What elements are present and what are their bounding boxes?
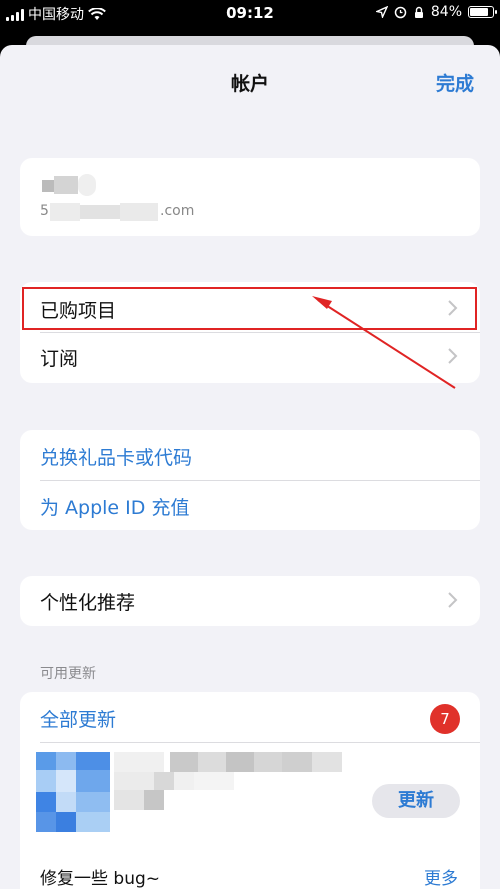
update-count-badge: 7 <box>430 704 460 734</box>
subscriptions-label: 订阅 <box>40 348 79 370</box>
status-right: 84% <box>375 4 497 20</box>
app-icon <box>36 752 110 832</box>
chevron-right-icon <box>448 592 458 608</box>
release-notes: 修复一些 bug~ <box>40 869 161 889</box>
app-title-redacted <box>114 752 344 812</box>
page-title: 帐户 <box>230 73 269 95</box>
subscriptions-row[interactable]: 订阅 <box>20 333 480 381</box>
alarm-icon <box>394 6 407 18</box>
divider <box>40 480 480 481</box>
chevron-right-icon <box>448 348 458 364</box>
done-button[interactable]: 完成 <box>436 69 474 96</box>
personalized-row[interactable]: 个性化推荐 <box>20 577 480 625</box>
add-funds-label: 为 Apple ID 充值 <box>40 497 190 519</box>
email-suffix: .com <box>160 203 195 219</box>
battery-icon <box>468 6 497 18</box>
status-bar: 中国移动 09:12 84% <box>0 0 500 26</box>
gift-card: 兑换礼品卡或代码 为 Apple ID 充值 <box>20 430 480 530</box>
personalized-label: 个性化推荐 <box>40 592 136 614</box>
updates-section-header: 可用更新 <box>40 666 96 682</box>
battery-percent: 84% <box>430 4 462 20</box>
divider <box>40 742 480 743</box>
redeem-gift-card-label: 兑换礼品卡或代码 <box>40 447 193 469</box>
account-name-redacted <box>42 174 96 196</box>
update-all-row[interactable]: 全部更新 7 <box>20 692 480 742</box>
email-redacted <box>50 203 158 221</box>
account-card[interactable]: 5 .com <box>20 158 480 236</box>
more-link[interactable]: 更多 <box>424 864 458 889</box>
update-app-button[interactable]: 更新 <box>372 784 460 818</box>
add-funds-row[interactable]: 为 Apple ID 充值 <box>20 482 480 530</box>
account-sheet: 帐户 完成 5 .com 已购项目 订阅 兑换礼品卡或代码 为 Apple ID… <box>0 45 500 889</box>
update-all-label: 全部更新 <box>40 709 117 731</box>
highlight-box <box>22 287 477 330</box>
updates-card: 全部更新 7 更新 修复一些 bug~ 更多 <box>20 692 480 889</box>
orientation-lock-icon <box>414 6 423 18</box>
email-prefix: 5 <box>40 203 49 219</box>
redeem-row[interactable]: 兑换礼品卡或代码 <box>20 432 480 480</box>
personalized-card: 个性化推荐 <box>20 576 480 626</box>
location-icon <box>375 6 388 18</box>
